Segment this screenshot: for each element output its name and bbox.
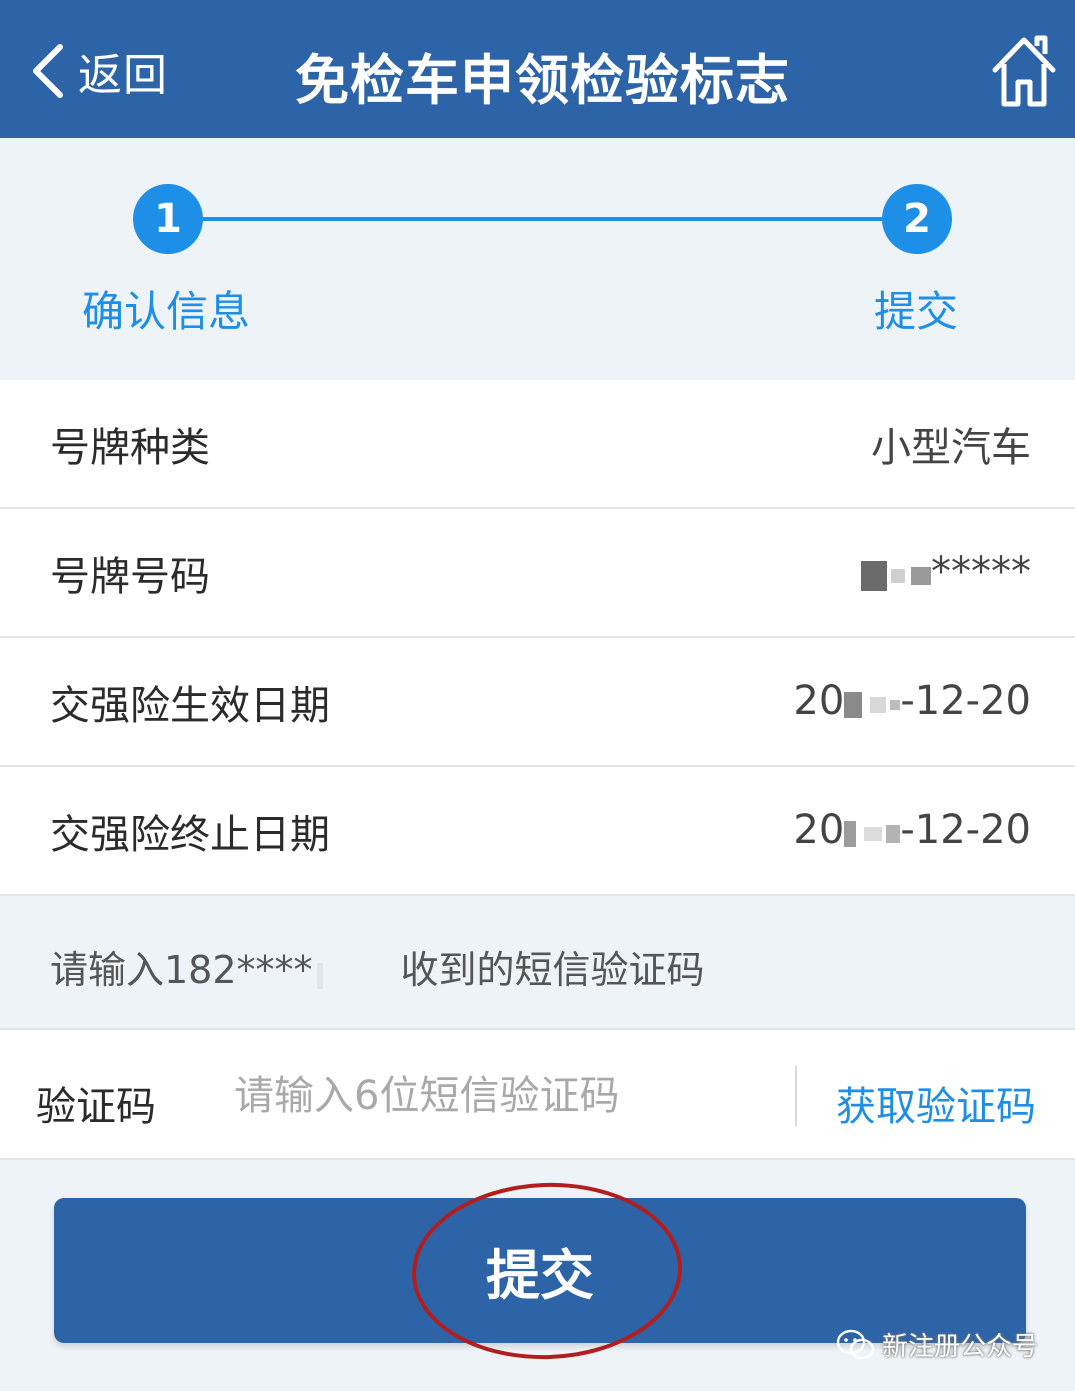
verification-code-row: 验证码 获取验证码 bbox=[0, 1030, 1075, 1160]
page-title: 免检车申领检验标志 bbox=[295, 49, 790, 112]
verification-code-label: 验证码 bbox=[36, 1084, 156, 1130]
step-1-label: 确认信息 bbox=[82, 287, 251, 336]
insurance-start-label: 交强险生效日期 bbox=[50, 682, 330, 729]
step-1-circle: 1 bbox=[133, 184, 203, 254]
step-progress-line bbox=[168, 217, 918, 221]
plate-type-label: 号牌种类 bbox=[50, 424, 210, 471]
nav-bar: 返回 免检车申领检验标志 bbox=[0, 0, 1075, 138]
redacted-mosaic bbox=[844, 809, 901, 855]
step-2-circle: 2 bbox=[882, 184, 952, 254]
get-code-button[interactable]: 获取验证码 bbox=[836, 1074, 1036, 1132]
redacted-mosaic bbox=[861, 551, 931, 597]
plate-number-label: 号牌号码 bbox=[50, 553, 210, 600]
plate-number-masked: ***** bbox=[931, 548, 1031, 595]
insurance-start-year-prefix: 20 bbox=[793, 677, 845, 724]
plate-number-value: ***** bbox=[861, 549, 1031, 597]
watermark-text: 新注册公众号 bbox=[882, 1332, 1039, 1362]
info-row-plate-type: 号牌种类 小型汽车 bbox=[0, 380, 1075, 509]
insurance-end-date-suffix: -12-20 bbox=[900, 806, 1031, 853]
vehicle-info-list: 号牌种类 小型汽车 号牌号码 ***** 交强险生效日期 20 -12-20 交强… bbox=[0, 380, 1075, 896]
info-row-insurance-start: 交强险生效日期 20 -12-20 bbox=[0, 638, 1075, 767]
vertical-divider bbox=[795, 1066, 797, 1126]
info-row-plate-number: 号牌号码 ***** bbox=[0, 509, 1075, 638]
watermark: 新注册公众号 bbox=[836, 1326, 1038, 1363]
submit-button[interactable]: 提交 bbox=[54, 1198, 1026, 1343]
plate-type-value: 小型汽车 bbox=[871, 424, 1031, 471]
sms-hint-suffix: 收到的短信验证码 bbox=[400, 947, 705, 992]
insurance-end-label: 交强险终止日期 bbox=[50, 811, 330, 858]
insurance-end-value: 20 -12-20 bbox=[793, 807, 1031, 855]
submit-button-label: 提交 bbox=[486, 1244, 594, 1307]
verification-code-input[interactable] bbox=[232, 1060, 776, 1132]
home-button[interactable] bbox=[991, 34, 1057, 112]
insurance-start-value: 20 -12-20 bbox=[793, 678, 1031, 726]
sms-hint-prefix: 请输入182**** bbox=[50, 947, 313, 992]
home-icon bbox=[992, 35, 1056, 107]
step-indicator: 1 2 确认信息 提交 bbox=[0, 138, 1075, 382]
step-2-label: 提交 bbox=[874, 287, 959, 336]
redacted-mosaic bbox=[844, 680, 901, 726]
sms-hint: 请输入182**** 收到的短信验证码 bbox=[0, 904, 1075, 1030]
wechat-icon bbox=[836, 1329, 875, 1359]
insurance-end-year-prefix: 20 bbox=[793, 806, 845, 853]
info-row-insurance-end: 交强险终止日期 20 -12-20 bbox=[0, 767, 1075, 896]
insurance-start-date-suffix: -12-20 bbox=[900, 677, 1031, 724]
redacted-phone-mosaic bbox=[316, 951, 397, 989]
